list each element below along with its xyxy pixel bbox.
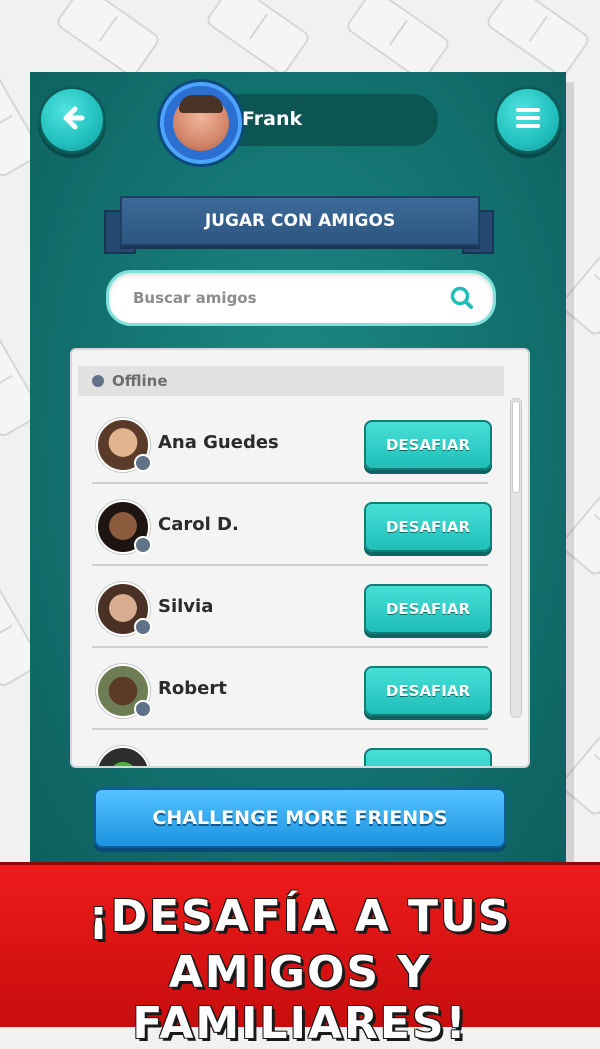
friends-list[interactable]: Offline Ana Guedes DESAFIAR Carol D. DES… (70, 348, 530, 768)
list-item: Ana Guedes DESAFIAR (92, 402, 492, 484)
search-icon[interactable] (449, 285, 475, 315)
player-name: Frank (242, 108, 303, 130)
challenge-more-friends-button[interactable]: CHALLENGE MORE FRIENDS (94, 788, 506, 848)
domino-decoration (484, 0, 592, 80)
list-item: Silvia DESAFIAR (92, 566, 492, 648)
domino-decoration (204, 0, 312, 78)
friend-name: Robert (158, 678, 227, 699)
list-item: Carol D. DESAFIAR (92, 484, 492, 566)
avatar (96, 746, 150, 766)
search-box[interactable] (106, 270, 496, 326)
list-item: DESAFIAR (92, 730, 492, 766)
arrow-left-icon (57, 103, 87, 137)
challenge-button[interactable]: DESAFIAR (364, 502, 492, 552)
challenge-button[interactable]: DESAFIAR (364, 666, 492, 716)
list-item: Robert DESAFIAR (92, 648, 492, 730)
avatar-face (173, 95, 229, 151)
domino-decoration (344, 0, 452, 84)
offline-status-icon (134, 700, 152, 718)
promo-line-1: ¡DESAFÍA A TUS (88, 891, 512, 942)
menu-button[interactable] (494, 86, 562, 154)
challenge-button[interactable]: DESAFIAR (364, 420, 492, 470)
hamburger-menu-icon (514, 106, 542, 134)
player-avatar[interactable] (160, 82, 242, 164)
domino-decoration (54, 0, 162, 80)
offline-status-icon (134, 536, 152, 554)
page-title: JUGAR CON AMIGOS (120, 196, 480, 246)
search-input[interactable] (131, 285, 435, 311)
section-header-offline: Offline (78, 366, 504, 396)
challenge-button[interactable]: DESAFIAR (364, 748, 492, 766)
list-scrollbar[interactable] (510, 398, 522, 718)
friend-name: Silvia (158, 596, 214, 617)
offline-status-icon (92, 375, 104, 387)
promo-line-2: AMIGOS Y FAMILIARES! (132, 947, 468, 1049)
section-label: Offline (112, 372, 168, 390)
offline-status-icon (134, 618, 152, 636)
back-button[interactable] (38, 86, 106, 154)
friend-name: Carol D. (158, 514, 239, 535)
promo-banner: ¡DESAFÍA A TUS AMIGOS Y FAMILIARES! (0, 862, 600, 1049)
scrollbar-thumb[interactable] (512, 401, 520, 493)
friend-name: Ana Guedes (158, 432, 279, 453)
offline-status-icon (134, 454, 152, 472)
challenge-button[interactable]: DESAFIAR (364, 584, 492, 634)
